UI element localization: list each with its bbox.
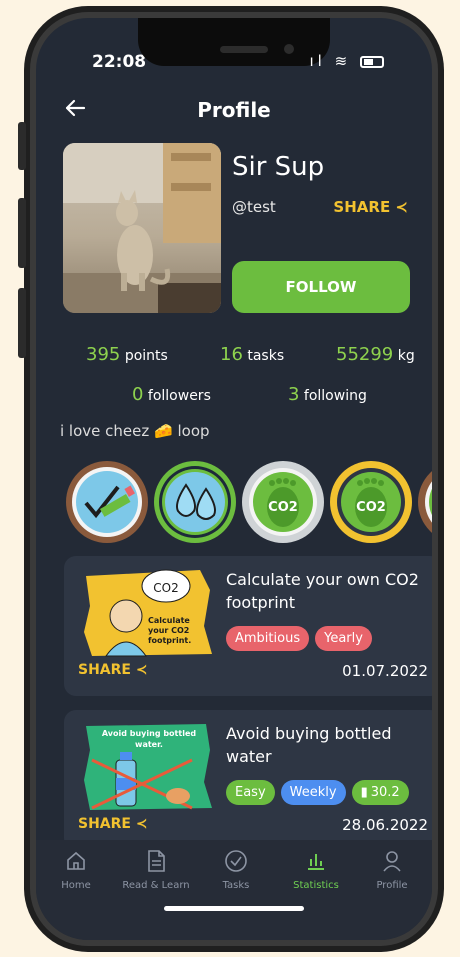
wifi-icon: ≋ [334, 52, 352, 70]
bottle-icon: ▮ [360, 785, 368, 800]
document-icon [148, 850, 165, 872]
share-label: SHARE [78, 816, 131, 832]
followers-value: 0 [132, 384, 144, 405]
nav-label: Tasks [222, 880, 250, 891]
cheese-icon: 🧀 [154, 422, 173, 440]
svg-text:CO2: CO2 [268, 500, 298, 515]
water-drops-badge[interactable] [154, 461, 236, 543]
profile-handle: @test [232, 198, 276, 216]
footprint-icon: CO2 [337, 468, 405, 536]
water-drops-icon [159, 466, 231, 538]
footprint-icon [425, 481, 432, 523]
page-title: Profile [197, 98, 271, 122]
check-circle-icon [225, 850, 247, 872]
tag-weekly: Weekly [280, 780, 346, 805]
front-camera [284, 44, 294, 54]
task-tags: Ambitious Yearly [226, 626, 372, 651]
follow-button[interactable]: FOLLOW [232, 261, 410, 313]
following-value: 3 [288, 384, 300, 405]
avatar [63, 143, 221, 313]
share-label: SHARE [78, 662, 131, 678]
share-label: SHARE [333, 198, 391, 216]
co2-footprint-badge-silver[interactable]: CO2 [242, 461, 324, 543]
tag-ambitious: Ambitious [226, 626, 310, 651]
nav-item-statistics[interactable]: Statistics [276, 848, 356, 891]
battery-icon [360, 55, 384, 68]
tasks-label: tasks [247, 348, 285, 364]
bio-text-end: loop [177, 422, 210, 440]
task-share-button[interactable]: SHARE ≺ [78, 816, 148, 832]
tasks-stat: 16 tasks [220, 344, 284, 365]
nav-item-tasks[interactable]: Tasks [196, 848, 276, 891]
points-label: points [124, 348, 168, 364]
tasks-value: 16 [220, 344, 243, 365]
share-icon: ≺ [395, 198, 408, 216]
home-icon [67, 851, 85, 870]
volume-up-button [18, 198, 26, 268]
task-title: Avoid buying bottled water [226, 724, 392, 766]
bio-text: i love cheez [60, 422, 150, 440]
app-screen: 22:08 ıl ≋ Profile Sir Sup @test SHARE ≺… [36, 18, 432, 940]
profile-name: Sir Sup [232, 152, 325, 182]
nav-label: Statistics [293, 880, 339, 891]
task-image: Avoid buying bottled water. [82, 720, 214, 812]
task-date: 01.07.2022 [342, 662, 428, 680]
person-icon [383, 851, 401, 872]
profile-bio: i love cheez 🧀 loop [60, 422, 210, 440]
svg-text:CO2: CO2 [153, 581, 178, 595]
nav-item-home[interactable]: Home [36, 848, 116, 891]
co2-footprint-badge-gold[interactable]: CO2 [330, 461, 412, 543]
bar-chart-icon [308, 854, 324, 870]
task-date: 28.06.2022 [342, 816, 428, 834]
svg-text:CO2: CO2 [356, 500, 386, 515]
savings-value: 30.2 [370, 785, 400, 800]
mute-switch [18, 122, 26, 170]
task-tags: Easy Weekly ▮ 30.2 [226, 780, 409, 805]
nav-label: Read & Learn [122, 880, 190, 891]
top-bar: Profile [36, 96, 432, 136]
notch [138, 18, 330, 66]
pencil-check-icon [72, 467, 142, 537]
nav-item-profile[interactable]: Profile [352, 848, 432, 891]
speaker [220, 46, 268, 53]
task-title: Calculate your own CO2 footprint [226, 570, 419, 612]
status-time: 22:08 [92, 52, 147, 72]
status-icons: ıl ≋ [310, 52, 384, 70]
followers-label: followers [147, 388, 211, 404]
share-icon: ≺ [135, 662, 148, 678]
share-profile-button[interactable]: SHARE ≺ [333, 198, 408, 216]
points-stat: 395 points [86, 344, 168, 365]
tag-easy: Easy [226, 780, 275, 805]
nav-label: Profile [376, 880, 408, 891]
pencil-check-badge[interactable] [66, 461, 148, 543]
nav-label: Home [61, 880, 91, 891]
home-indicator [164, 906, 304, 911]
points-value: 395 [86, 344, 121, 365]
share-icon: ≺ [135, 816, 148, 832]
task-image: CO2 Calculate your CO2 footprint. [82, 566, 214, 658]
following-stat[interactable]: 3 following [288, 384, 367, 405]
kg-value: 55299 [336, 344, 394, 365]
tag-savings: ▮ 30.2 [351, 780, 409, 805]
cat-photo [63, 143, 221, 313]
bottom-nav: Home Read & Learn Tasks Statistics Profi… [36, 840, 432, 940]
image-caption: Avoid buying bottled water. [101, 729, 197, 749]
tag-yearly: Yearly [315, 626, 372, 651]
kg-label: kg [397, 348, 415, 364]
signal-icon: ıl [309, 52, 326, 70]
followers-stat[interactable]: 0 followers [132, 384, 211, 405]
footprint-icon: CO2 [249, 468, 317, 536]
task-card[interactable]: Avoid buying bottled water. Avoid buying… [64, 710, 432, 850]
kg-stat: 55299 kg [336, 344, 415, 365]
co2-footprint-badge-bronze[interactable] [418, 461, 432, 543]
volume-down-button [18, 288, 26, 358]
task-card[interactable]: CO2 Calculate your CO2 footprint. Calcul… [64, 556, 432, 696]
nav-item-read-learn[interactable]: Read & Learn [116, 848, 196, 891]
task-share-button[interactable]: SHARE ≺ [78, 662, 148, 678]
following-label: following [303, 388, 367, 404]
image-caption: Calculate your CO2 footprint. [148, 616, 192, 645]
